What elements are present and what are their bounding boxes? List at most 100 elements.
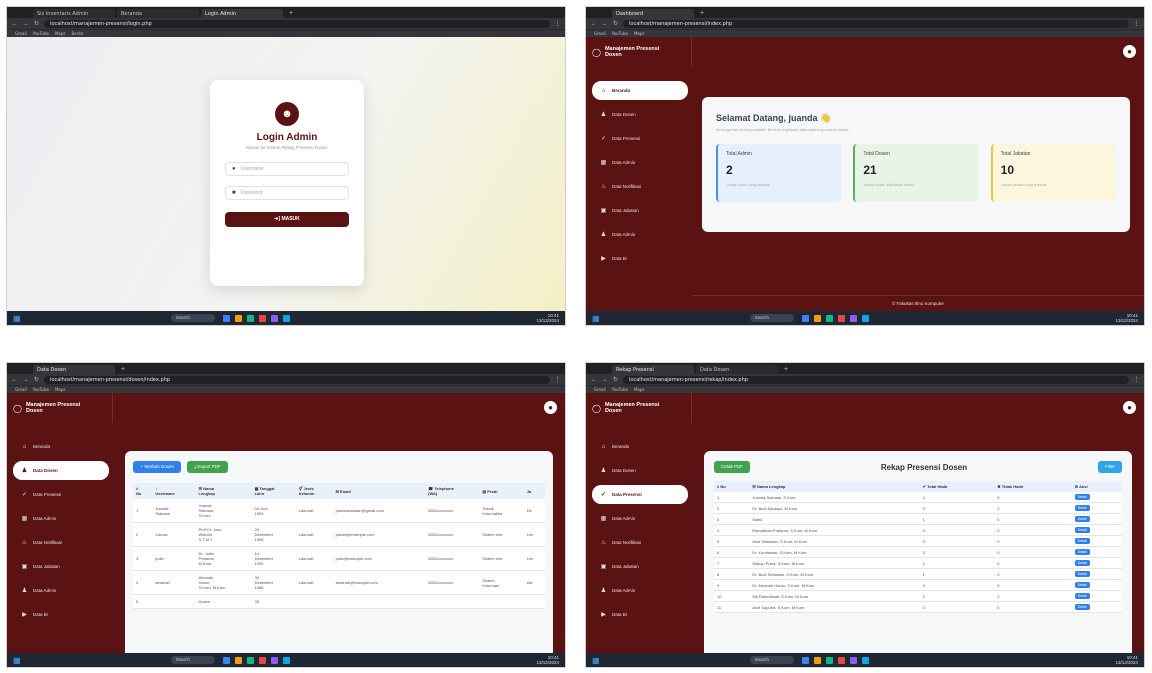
reload-icon[interactable]: ↻ (612, 20, 619, 27)
app-icon[interactable] (813, 656, 821, 664)
reload-icon[interactable]: ↻ (612, 376, 619, 383)
sidebar-item-beranda[interactable]: ⌂ Beranda (592, 81, 688, 100)
new-tab-icon[interactable]: + (117, 365, 129, 374)
bookmark[interactable]: YouTube (612, 31, 628, 36)
new-tab-icon[interactable]: + (780, 365, 792, 374)
new-tab-icon[interactable]: + (696, 9, 708, 18)
sidebar-item-notifikasi[interactable]: ♨ Data Notifikasi (13, 533, 109, 552)
menu-icon[interactable]: ⋮ (1133, 20, 1140, 27)
sidebar-item-presensi[interactable]: ✓ Data Presensi (13, 485, 109, 504)
browser-tab-active[interactable]: Data Dosen (33, 365, 115, 374)
forward-icon[interactable]: → (22, 377, 29, 383)
sidebar-item-admin-2[interactable]: ♟ Data Admin (592, 581, 688, 600)
sidebar-item-beranda[interactable]: ⌂ Beranda (13, 437, 109, 456)
sidebar-item-jabatan[interactable]: ▣ Data Jabatan (592, 557, 688, 576)
login-button[interactable]: ➔] MASUK (225, 212, 349, 227)
bookmark[interactable]: Gmail (15, 31, 27, 36)
url-bar[interactable]: localhost/manajemen-presensi/login.php (44, 19, 550, 28)
app-icon[interactable] (234, 314, 242, 322)
sidebar-item-dosen[interactable]: ♟ Data Dosen (592, 461, 688, 480)
app-icon[interactable] (861, 314, 869, 322)
taskbar-search[interactable]: Search (170, 656, 215, 664)
filter-button[interactable]: Filter (1098, 461, 1122, 473)
bookmark[interactable]: Maps (55, 387, 66, 392)
sidebar-item-admin[interactable]: ▦ Data Admin (13, 509, 109, 528)
bookmark[interactable]: YouTube (33, 31, 49, 36)
export-pdf-button[interactable]: ⤓ Export PDF (187, 461, 228, 473)
detail-button[interactable]: Detail (1074, 538, 1090, 544)
forward-icon[interactable]: → (22, 21, 29, 27)
detail-button[interactable]: Detail (1074, 560, 1090, 566)
sidebar-item-admin[interactable]: ▦ Data Admin (592, 509, 688, 528)
app-icon[interactable] (861, 656, 869, 664)
username-field[interactable]: ● Username (225, 162, 349, 176)
sidebar-item-beranda[interactable]: ⌂ Beranda (592, 437, 688, 456)
detail-button[interactable]: Detail (1074, 593, 1090, 599)
bookmark[interactable]: Maps (634, 387, 645, 392)
app-icon[interactable] (801, 656, 809, 664)
sidebar-item-notifikasi[interactable]: ♨ Data Notifikasi (592, 177, 688, 196)
menu-icon[interactable]: ⋮ (554, 20, 561, 27)
user-avatar-icon[interactable]: ● (1123, 45, 1136, 58)
password-field[interactable]: ■ Password (225, 186, 349, 200)
taskbar-search[interactable]: Search (749, 656, 794, 664)
app-icon[interactable] (825, 314, 833, 322)
browser-tab-active[interactable]: Login Admin (201, 9, 283, 18)
browser-tab[interactable]: Data Dosen (696, 365, 778, 374)
sidebar-item-bi[interactable]: ▶ Data Bi (13, 605, 109, 624)
new-tab-icon[interactable]: + (285, 9, 297, 18)
browser-tab[interactable]: Sis Inventaris Admin (33, 9, 115, 18)
sidebar-item-notifikasi[interactable]: ♨ Data Notifikasi (592, 533, 688, 552)
bookmark[interactable]: Gmail (15, 387, 27, 392)
detail-button[interactable]: Detail (1074, 516, 1090, 522)
detail-button[interactable]: Detail (1074, 582, 1090, 588)
windows-start-icon[interactable]: ▦ (13, 314, 21, 323)
sidebar-item-dosen[interactable]: ♟ Data Dosen (13, 461, 109, 480)
app-icon[interactable] (246, 656, 254, 664)
windows-start-icon[interactable]: ▦ (13, 656, 21, 665)
reload-icon[interactable]: ↻ (33, 20, 40, 27)
sidebar-item-presensi[interactable]: ✓ Data Presensi (592, 129, 688, 148)
back-icon[interactable]: ← (590, 21, 597, 27)
app-icon[interactable] (825, 656, 833, 664)
url-bar[interactable]: localhost/manajemen-presensi/dosen/index… (44, 375, 550, 384)
sidebar-item-dosen[interactable]: ♟ Data Dosen (592, 105, 688, 124)
app-icon[interactable] (222, 656, 230, 664)
detail-button[interactable]: Detail (1074, 505, 1090, 511)
add-dosen-button[interactable]: + Tambah Dosen (133, 461, 182, 473)
detail-button[interactable]: Detail (1074, 571, 1090, 577)
sidebar-item-jabatan[interactable]: ▣ Data Jabatan (13, 557, 109, 576)
app-icon[interactable] (234, 656, 242, 664)
app-icon[interactable] (801, 314, 809, 322)
detail-button[interactable]: Detail (1074, 549, 1090, 555)
taskbar-search[interactable]: Search (170, 314, 215, 322)
app-icon[interactable] (849, 656, 857, 664)
detail-button[interactable]: Detail (1074, 604, 1090, 610)
app-icon[interactable] (258, 314, 266, 322)
sidebar-item-admin-2[interactable]: ♟ Data Admin (592, 225, 688, 244)
reload-icon[interactable]: ↻ (33, 376, 40, 383)
bookmark[interactable]: YouTube (612, 387, 628, 392)
taskbar-search[interactable]: Search (749, 314, 794, 322)
app-icon[interactable] (849, 314, 857, 322)
app-icon[interactable] (258, 656, 266, 664)
forward-icon[interactable]: → (601, 21, 608, 27)
app-icon[interactable] (837, 314, 845, 322)
back-icon[interactable]: ← (11, 21, 18, 27)
bookmark[interactable]: Gmail (594, 387, 606, 392)
sidebar-item-presensi[interactable]: ✓ Data Presensi (592, 485, 688, 504)
back-icon[interactable]: ← (11, 377, 18, 383)
browser-tab-active[interactable]: Dashboard (612, 9, 694, 18)
sidebar-item-bi[interactable]: ▶ Data Bi (592, 249, 688, 268)
sidebar-item-admin-2[interactable]: ♟ Data Admin (13, 581, 109, 600)
sidebar-item-jabatan[interactable]: ▣ Data Jabatan (592, 201, 688, 220)
app-icon[interactable] (837, 656, 845, 664)
windows-start-icon[interactable]: ▦ (592, 656, 600, 665)
app-icon[interactable] (270, 656, 278, 664)
sidebar-item-admin[interactable]: ▦ Data Admin (592, 153, 688, 172)
user-avatar-icon[interactable]: ● (544, 401, 557, 414)
bookmark[interactable]: Gmail (594, 31, 606, 36)
detail-button[interactable]: Detail (1074, 494, 1090, 500)
url-bar[interactable]: localhost/manajemen-presensi/rekap/index… (623, 375, 1129, 384)
url-bar[interactable]: localhost/manajemen-presensi/index.php (623, 19, 1129, 28)
